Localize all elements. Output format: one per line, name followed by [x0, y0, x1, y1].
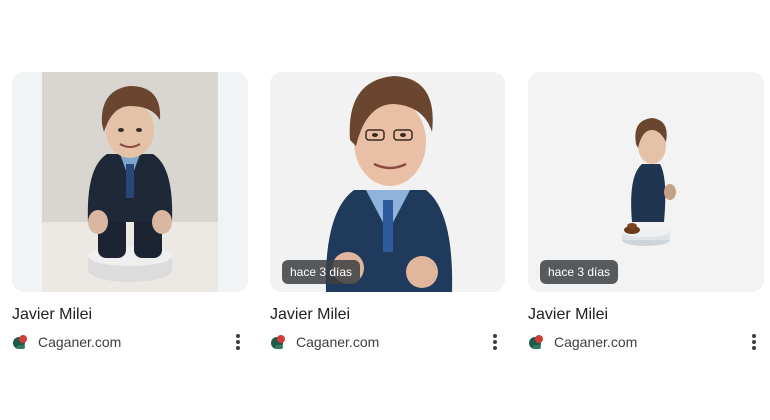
date-badge: hace 3 días: [540, 260, 619, 284]
more-vert-icon[interactable]: [744, 330, 764, 354]
source-name: Caganer.com: [554, 334, 638, 350]
caganer-favicon: [13, 335, 27, 349]
source-row[interactable]: Caganer.com: [528, 330, 764, 354]
source-name: Caganer.com: [38, 334, 122, 350]
caganer-favicon: [529, 335, 543, 349]
result-thumbnail[interactable]: hace 3 días: [528, 72, 764, 292]
result-card[interactable]: Javier Milei Caganer.com: [12, 72, 248, 354]
more-vert-icon[interactable]: [485, 330, 505, 354]
figurine-image: [270, 72, 505, 292]
image-results-grid: Javier Milei Caganer.com hace 3 días Jav…: [12, 72, 764, 362]
source-name: Caganer.com: [296, 334, 380, 350]
caganer-favicon: [271, 335, 285, 349]
result-card[interactable]: hace 3 días Javier Milei Caganer.com: [270, 72, 505, 354]
figurine-image: [12, 72, 248, 292]
result-title[interactable]: Javier Milei: [12, 304, 248, 326]
figurine-image: [528, 72, 764, 292]
date-badge: hace 3 días: [282, 260, 361, 284]
result-thumbnail[interactable]: hace 3 días: [270, 72, 505, 292]
source-row[interactable]: Caganer.com: [12, 330, 248, 354]
result-card[interactable]: hace 3 días Javier Milei Caganer.com: [528, 72, 764, 354]
more-vert-icon[interactable]: [228, 330, 248, 354]
source-row[interactable]: Caganer.com: [270, 330, 505, 354]
result-title[interactable]: Javier Milei: [528, 304, 764, 326]
result-thumbnail[interactable]: [12, 72, 248, 292]
result-title[interactable]: Javier Milei: [270, 304, 505, 326]
